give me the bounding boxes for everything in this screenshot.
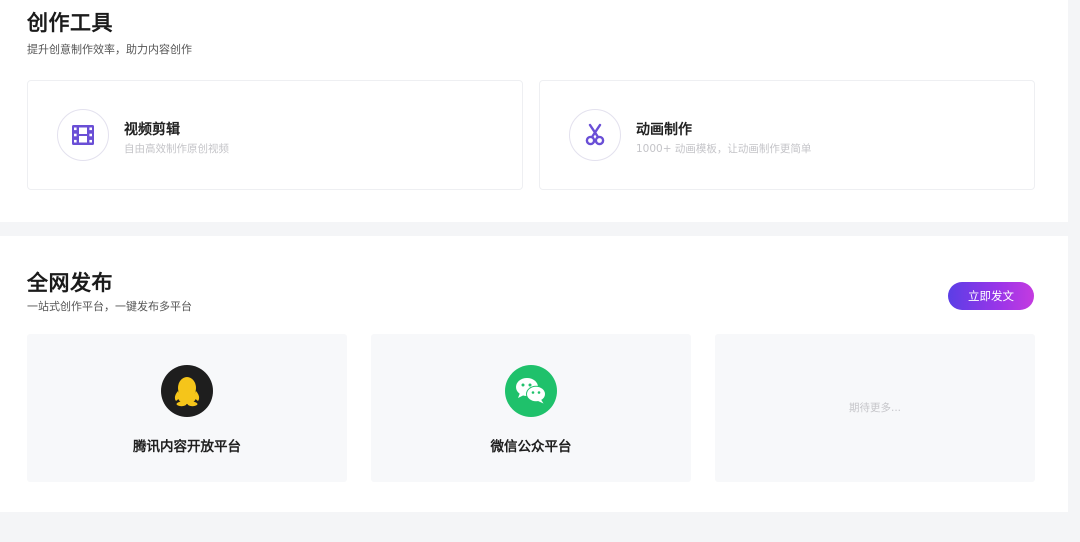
more-coming-text: 期待更多... — [848, 402, 901, 414]
platform-card-tencent[interactable]: 腾讯内容开放平台 — [27, 334, 347, 482]
section-title: 全网发布 — [27, 271, 113, 295]
tool-description: 自由高效制作原创视频 — [124, 143, 229, 155]
tool-name: 视频剪辑 — [124, 122, 180, 138]
film-icon — [57, 109, 109, 161]
scissors-icon — [569, 109, 621, 161]
tool-description: 1000+ 动画模板，让动画制作更简单 — [636, 143, 812, 155]
video-editing-card[interactable]: 视频剪辑 自由高效制作原创视频 — [27, 80, 523, 190]
section-title: 创作工具 — [27, 11, 113, 35]
animation-making-card[interactable]: 动画制作 1000+ 动画模板，让动画制作更简单 — [539, 80, 1035, 190]
platform-name: 腾讯内容开放平台 — [133, 439, 241, 455]
creation-tools-section: 创作工具 提升创意制作效率，助力内容创作 视频剪辑 自由高效制作原创视频 动画制… — [0, 0, 1068, 222]
platform-card-wechat[interactable]: 微信公众平台 — [371, 334, 691, 482]
wechat-icon — [505, 365, 557, 417]
section-subtitle: 一站式创作平台，一键发布多平台 — [27, 300, 192, 313]
publish-now-button[interactable]: 立即发文 — [948, 282, 1034, 310]
qq-penguin-icon — [161, 365, 213, 417]
platform-name: 微信公众平台 — [490, 439, 572, 455]
tool-name: 动画制作 — [636, 122, 692, 138]
publish-section: 全网发布 一站式创作平台，一键发布多平台 立即发文 腾讯内容开放平台 微信公众平… — [0, 236, 1068, 512]
section-subtitle: 提升创意制作效率，助力内容创作 — [27, 43, 192, 56]
platform-card-more: 期待更多... — [715, 334, 1035, 482]
